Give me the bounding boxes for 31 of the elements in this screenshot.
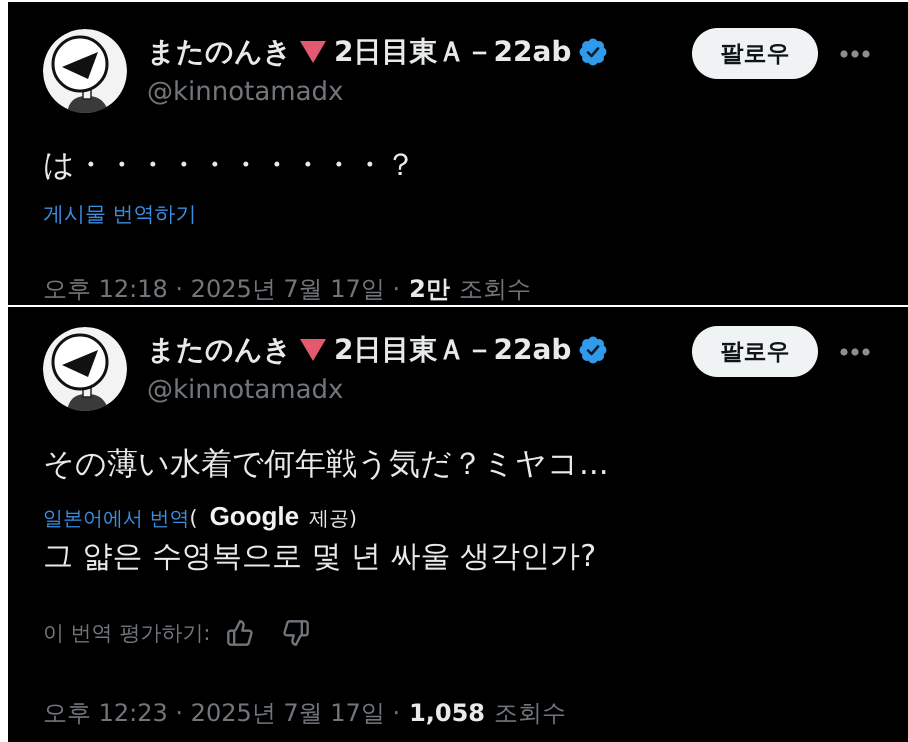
- post-text: は・・・・・・・・・・？: [43, 146, 417, 185]
- thumbs-down-icon[interactable]: [282, 619, 310, 647]
- translate-post-link[interactable]: 게시물 번역하기: [43, 199, 197, 229]
- display-name-suffix: 2日目東Ａ－22ab: [334, 34, 572, 70]
- rate-translation-label: 이 번역 평가하기:: [43, 620, 210, 647]
- translated-text: 그 얇은 수영복으로 몇 년 싸울 생각인가?: [43, 538, 598, 576]
- attribution-paren: (: [189, 506, 198, 530]
- display-name: またのんき: [147, 332, 292, 368]
- more-icon[interactable]: [840, 348, 870, 356]
- user-handle: @kinnotamadx: [147, 76, 344, 109]
- more-icon[interactable]: [840, 50, 870, 58]
- view-count: 2만: [409, 274, 450, 305]
- views-label: 조회수: [458, 274, 531, 305]
- follow-button[interactable]: 팔로우: [692, 326, 818, 377]
- post-timestamp: 오후 12:23 · 2025년 7월 17일 ·: [43, 698, 400, 729]
- views-label: 조회수: [494, 698, 566, 729]
- triangle-icon: [300, 339, 326, 361]
- provider-logo-text: Google: [210, 501, 300, 532]
- post-timestamp: 오후 12:18 · 2025년 7월 17일 ·: [43, 274, 400, 305]
- view-count: 1,058: [409, 698, 486, 729]
- triangle-icon: [300, 41, 326, 63]
- display-name: またのんき: [147, 34, 292, 70]
- user-handle: @kinnotamadx: [147, 374, 344, 407]
- thumbs-up-icon[interactable]: [226, 619, 254, 647]
- avatar-icon: [43, 327, 127, 411]
- display-name-suffix: 2日目東Ａ－22ab: [334, 332, 572, 368]
- follow-button[interactable]: 팔로우: [692, 28, 818, 79]
- post-text: その薄い水着で何年戦う気だ？ミヤコ...: [43, 445, 610, 484]
- translation-source-link[interactable]: 일본어에서 번역: [43, 505, 190, 532]
- avatar-icon: [43, 29, 127, 113]
- provider-suffix: 제공): [309, 505, 357, 532]
